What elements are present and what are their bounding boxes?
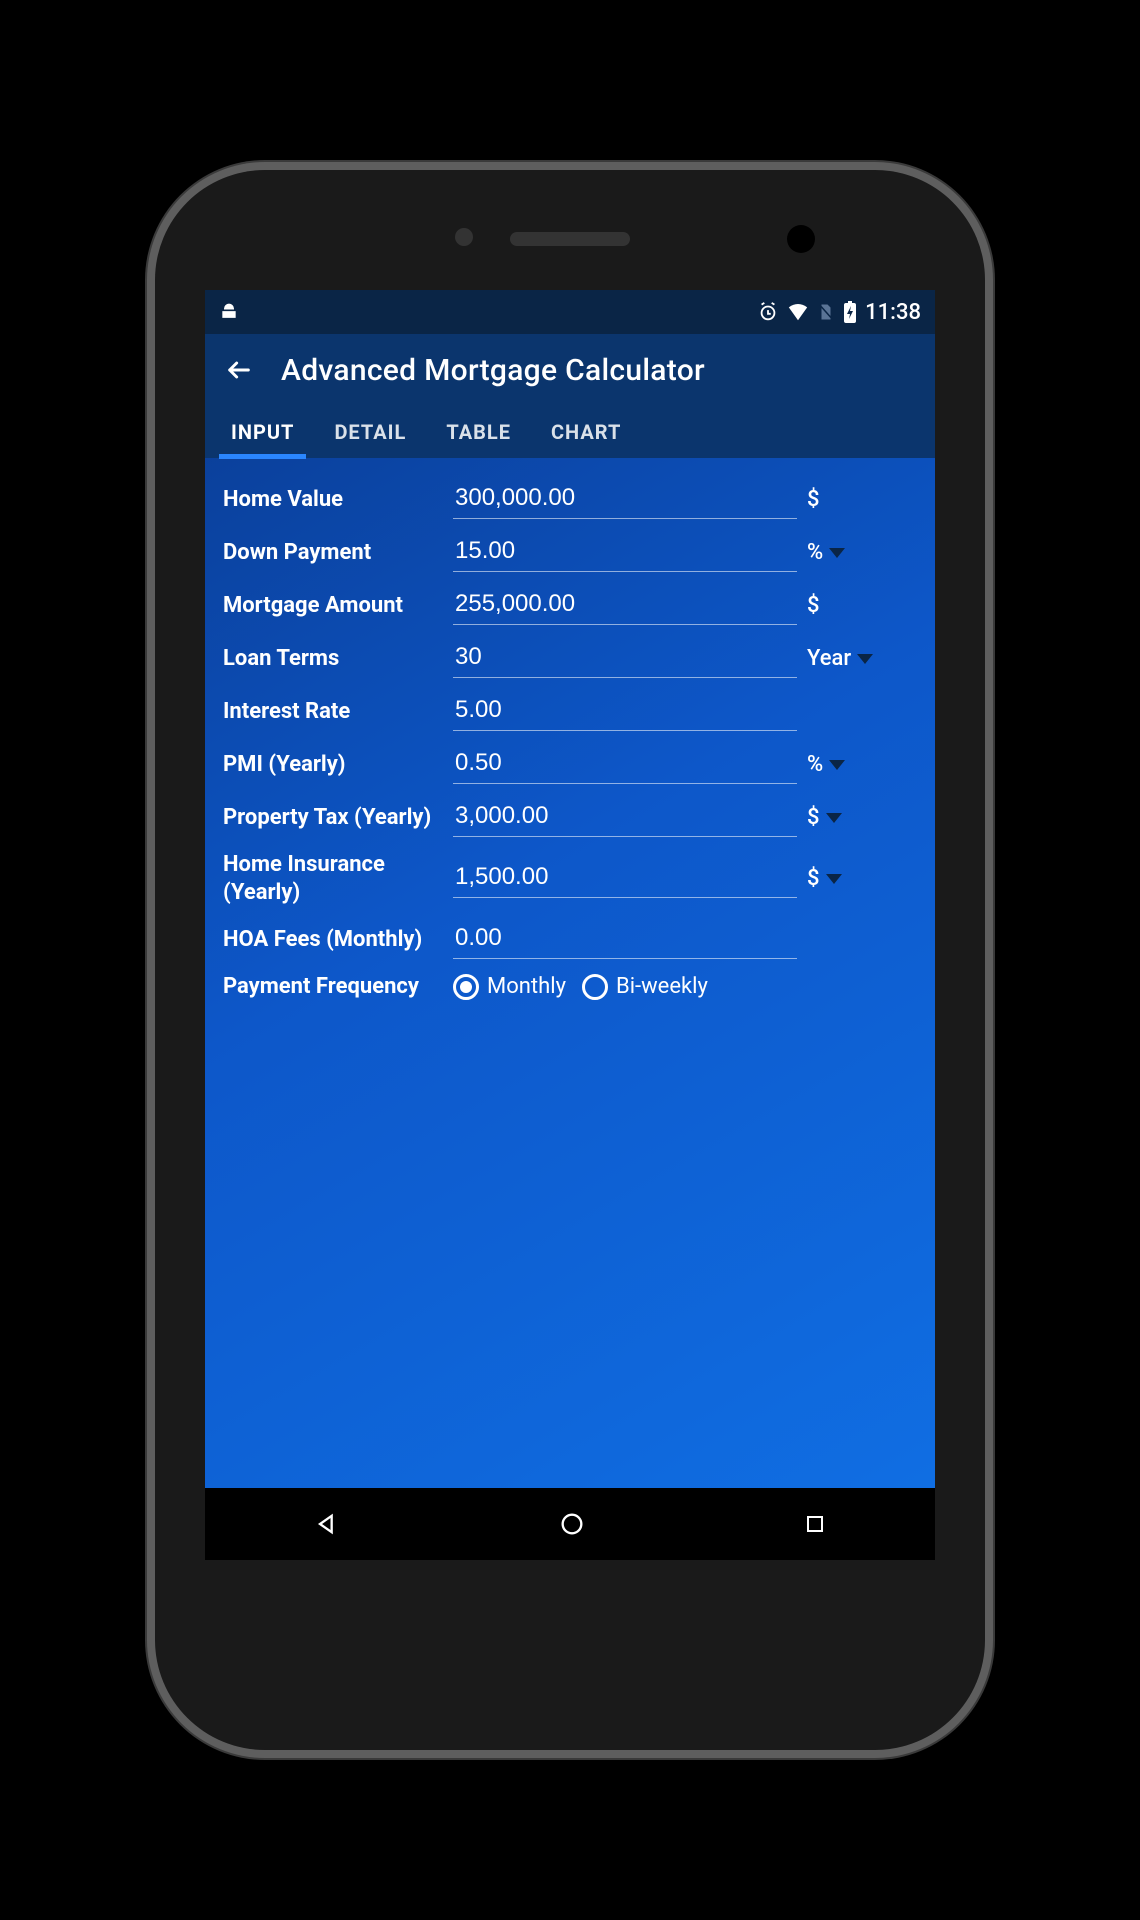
input-interest-rate[interactable] (453, 692, 797, 731)
phone-frame: 11:38 Advanced Mortgage Calculator INPUT… (155, 170, 985, 1750)
chevron-down-icon (857, 654, 873, 664)
nav-home-button[interactable] (558, 1510, 586, 1538)
input-loan-terms[interactable] (453, 639, 797, 678)
row-home-insurance: Home Insurance (Yearly) $ (223, 851, 917, 906)
radio-biweekly-label: Bi-weekly (616, 974, 708, 999)
phone-speaker (510, 232, 630, 246)
status-bar: 11:38 (205, 290, 935, 334)
battery-charging-icon (843, 301, 857, 323)
label-hoa: HOA Fees (Monthly) (223, 926, 443, 954)
unit-select-property-tax[interactable]: $ (807, 805, 917, 830)
triangle-back-icon (313, 1510, 341, 1538)
label-pmi: PMI (Yearly) (223, 751, 443, 779)
label-home-value: Home Value (223, 486, 443, 514)
nav-recent-button[interactable] (803, 1512, 827, 1536)
android-nav-bar (205, 1488, 935, 1560)
unit-select-home-insurance[interactable]: $ (807, 866, 917, 891)
unit-pmi-text: % (807, 752, 823, 777)
label-down-payment: Down Payment (223, 539, 443, 567)
status-time: 11:38 (865, 300, 921, 325)
label-loan-terms: Loan Terms (223, 645, 443, 673)
payment-frequency-options: Monthly Bi-weekly (453, 974, 917, 1000)
nav-back-button[interactable] (313, 1510, 341, 1538)
radio-checked-icon (453, 974, 479, 1000)
input-hoa[interactable] (453, 920, 797, 959)
unit-select-down-payment[interactable]: % (807, 540, 917, 565)
unit-loan-terms-text: Year (807, 646, 851, 671)
row-pmi: PMI (Yearly) % (223, 745, 917, 784)
chevron-down-icon (829, 548, 845, 558)
radio-biweekly[interactable]: Bi-weekly (582, 974, 708, 1000)
radio-unchecked-icon (582, 974, 608, 1000)
square-recent-icon (803, 1512, 827, 1536)
tab-chart[interactable]: CHART (547, 406, 625, 458)
wifi-icon (787, 301, 809, 323)
unit-property-tax-text: $ (807, 805, 820, 830)
android-head-icon (219, 302, 239, 322)
row-hoa: HOA Fees (Monthly) (223, 920, 917, 959)
label-interest-rate: Interest Rate (223, 698, 443, 726)
input-home-insurance[interactable] (453, 859, 797, 898)
unit-home-value: $ (807, 487, 917, 512)
label-payment-frequency: Payment Frequency (223, 973, 443, 1001)
input-form: Home Value $ Down Payment % Mortgage Amo… (205, 458, 935, 1488)
input-mortgage-amount[interactable] (453, 586, 797, 625)
input-down-payment[interactable] (453, 533, 797, 572)
input-property-tax[interactable] (453, 798, 797, 837)
input-pmi[interactable] (453, 745, 797, 784)
input-home-value[interactable] (453, 480, 797, 519)
row-down-payment: Down Payment % (223, 533, 917, 572)
circle-home-icon (558, 1510, 586, 1538)
label-property-tax: Property Tax (Yearly) (223, 804, 443, 832)
phone-camera (787, 225, 815, 253)
label-mortgage-amount: Mortgage Amount (223, 592, 443, 620)
phone-sensor (455, 228, 473, 246)
tab-input[interactable]: INPUT (227, 406, 298, 458)
unit-mortgage-amount: $ (807, 593, 917, 618)
tab-table[interactable]: TABLE (442, 406, 515, 458)
tabs: INPUT DETAIL TABLE CHART (221, 406, 919, 458)
unit-select-loan-terms[interactable]: Year (807, 646, 917, 671)
radio-monthly[interactable]: Monthly (453, 974, 566, 1000)
row-payment-frequency: Payment Frequency Monthly Bi-weekly (223, 973, 917, 1001)
row-property-tax: Property Tax (Yearly) $ (223, 798, 917, 837)
unit-select-pmi[interactable]: % (807, 752, 917, 777)
row-loan-terms: Loan Terms Year (223, 639, 917, 678)
arrow-left-icon (225, 356, 253, 384)
stage: 11:38 Advanced Mortgage Calculator INPUT… (0, 0, 1140, 1920)
tab-detail[interactable]: DETAIL (330, 406, 410, 458)
chevron-down-icon (826, 813, 842, 823)
no-sim-icon (817, 302, 835, 322)
alarm-icon (757, 301, 779, 323)
back-button[interactable] (221, 352, 257, 388)
row-home-value: Home Value $ (223, 480, 917, 519)
label-home-insurance: Home Insurance (Yearly) (223, 851, 443, 906)
chevron-down-icon (826, 874, 842, 884)
unit-home-insurance-text: $ (807, 866, 820, 891)
screen: 11:38 Advanced Mortgage Calculator INPUT… (205, 290, 935, 1560)
row-mortgage-amount: Mortgage Amount $ (223, 586, 917, 625)
chevron-down-icon (829, 760, 845, 770)
app-bar: Advanced Mortgage Calculator INPUT DETAI… (205, 334, 935, 458)
radio-monthly-label: Monthly (487, 974, 566, 999)
row-interest-rate: Interest Rate (223, 692, 917, 731)
unit-down-payment-text: % (807, 540, 823, 565)
page-title: Advanced Mortgage Calculator (281, 353, 705, 388)
